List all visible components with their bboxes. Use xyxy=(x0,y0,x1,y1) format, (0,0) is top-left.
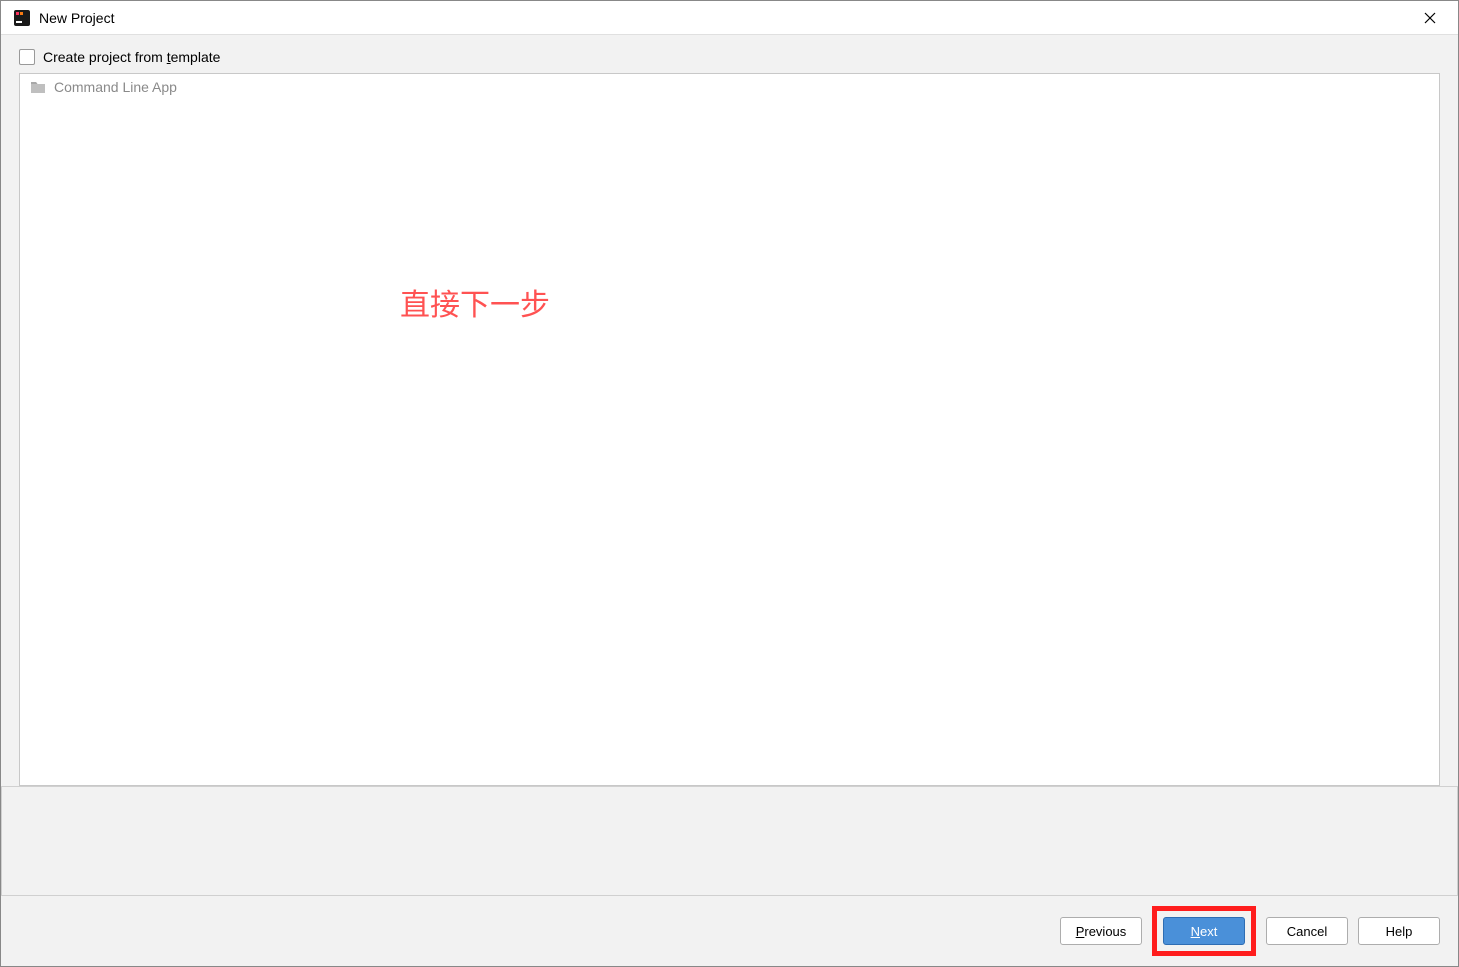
btn-text-post: ext xyxy=(1200,924,1217,939)
description-panel xyxy=(1,786,1458,896)
folder-icon xyxy=(30,80,46,94)
btn-text-underline: P xyxy=(1076,924,1085,939)
intellij-icon xyxy=(13,9,31,27)
close-button[interactable] xyxy=(1414,6,1446,30)
next-button-highlight: Next xyxy=(1152,906,1256,956)
dialog-content: Create project from template Command Lin… xyxy=(1,35,1458,896)
template-item-label: Command Line App xyxy=(54,79,177,95)
help-button[interactable]: Help xyxy=(1358,917,1440,945)
annotation-text: 直接下一步 xyxy=(400,280,550,324)
btn-text-post: revious xyxy=(1084,924,1126,939)
label-text-pre: Create project from xyxy=(43,49,167,65)
previous-button[interactable]: Previous xyxy=(1060,917,1142,945)
btn-text: Help xyxy=(1386,924,1413,939)
btn-text: Cancel xyxy=(1287,924,1327,939)
cancel-button[interactable]: Cancel xyxy=(1266,917,1348,945)
new-project-dialog: New Project Create project from template xyxy=(0,0,1459,967)
next-button[interactable]: Next xyxy=(1163,917,1245,945)
button-row: Previous Next Cancel Help xyxy=(1,896,1458,966)
create-from-template-checkbox[interactable] xyxy=(19,49,35,65)
label-text-post: emplate xyxy=(171,49,221,65)
titlebar: New Project xyxy=(1,1,1458,35)
template-wrapper: Command Line App xyxy=(19,73,1440,896)
create-from-template-row[interactable]: Create project from template xyxy=(19,49,1440,65)
btn-text-underline: N xyxy=(1191,924,1200,939)
template-list[interactable]: Command Line App xyxy=(19,73,1440,786)
window-title: New Project xyxy=(39,10,114,26)
create-from-template-label[interactable]: Create project from template xyxy=(43,49,220,65)
template-item-command-line-app[interactable]: Command Line App xyxy=(20,74,1439,100)
